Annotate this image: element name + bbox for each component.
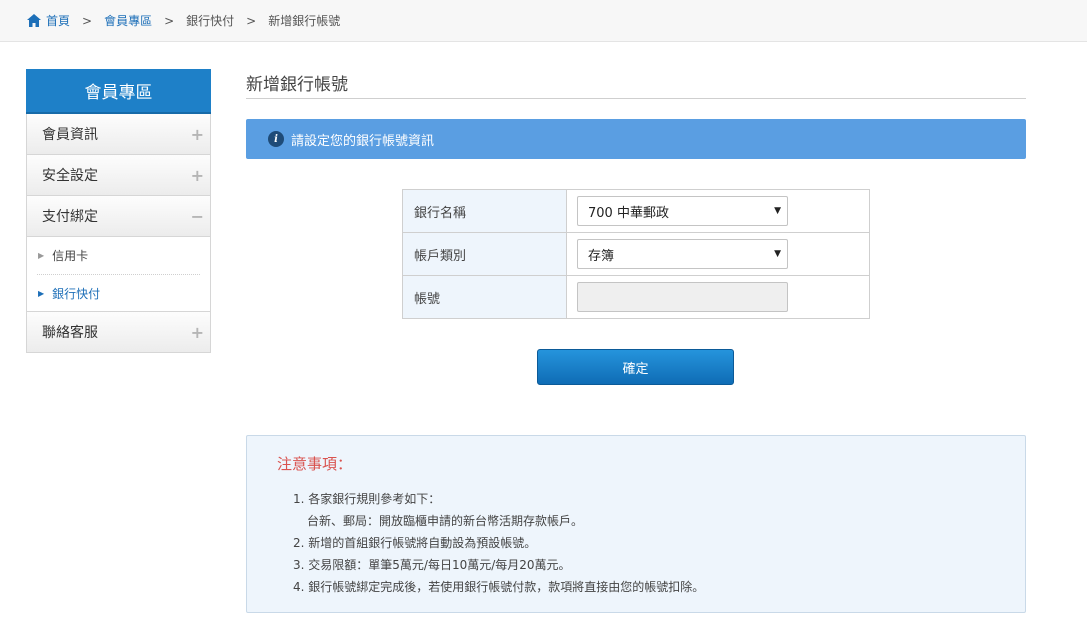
notes-item: 3. 交易限額：單筆5萬元/每日10萬元/每月20萬元。 <box>293 558 571 572</box>
sidebar-item-label: 安全設定 <box>42 168 98 184</box>
breadcrumb-separator: > <box>82 13 93 28</box>
plus-icon[interactable]: + <box>191 125 204 144</box>
page-title: 新增銀行帳號 <box>246 70 1026 99</box>
home-icon[interactable] <box>27 14 41 27</box>
form-row-account: 帳號 <box>402 275 870 319</box>
sidebar-subitem-bank-pay[interactable]: ▶ 銀行快付 <box>37 274 200 311</box>
account-number-label: 帳號 <box>402 275 567 319</box>
sidebar-subitem-label: 信用卡 <box>52 249 89 263</box>
breadcrumb-bank[interactable]: 銀行快付 <box>186 12 234 29</box>
sidebar: 會員專區 會員資訊 + 安全設定 + 支付綁定 − ▶ 信用卡 ▶ 銀行快付 聯… <box>26 69 211 353</box>
notes-box: 注意事項： 1. 各家銀行規則參考如下： 台新、郵局：開放臨櫃申請的新台幣活期存… <box>246 435 1026 613</box>
arrow-right-icon: ▶ <box>38 251 45 260</box>
sidebar-item-label: 聯絡客服 <box>42 325 98 341</box>
sidebar-item-customer-service[interactable]: 聯絡客服 + <box>26 312 211 353</box>
sidebar-item-member-info[interactable]: 會員資訊 + <box>26 114 211 155</box>
breadcrumb-home[interactable]: 首頁 <box>46 12 70 29</box>
bank-name-select[interactable]: 700 中華郵政 ▼ <box>577 196 788 226</box>
info-icon: i <box>268 131 284 147</box>
notes-list: 1. 各家銀行規則參考如下： 台新、郵局：開放臨櫃申請的新台幣活期存款帳戶。 2… <box>277 488 995 598</box>
account-type-value: 存簿 <box>588 248 615 264</box>
sidebar-submenu: ▶ 信用卡 ▶ 銀行快付 <box>26 237 211 312</box>
plus-icon[interactable]: + <box>191 323 204 342</box>
notes-item: 2. 新增的首組銀行帳號將自動設為預設帳號。 <box>293 536 537 550</box>
account-type-select[interactable]: 存簿 ▼ <box>577 239 788 269</box>
bank-name-label: 銀行名稱 <box>402 189 567 233</box>
breadcrumb-separator: > <box>164 13 175 28</box>
info-banner: i 請設定您的銀行帳號資訊 <box>246 119 1026 159</box>
form-row-type: 帳戶類別 存簿 ▼ <box>402 232 870 276</box>
form-row-bank: 銀行名稱 700 中華郵政 ▼ <box>402 189 870 233</box>
sidebar-subitem-credit-card[interactable]: ▶ 信用卡 <box>37 237 200 274</box>
sidebar-subitem-label: 銀行快付 <box>52 286 101 301</box>
account-type-label: 帳戶類別 <box>402 232 567 276</box>
sidebar-item-security[interactable]: 安全設定 + <box>26 155 211 196</box>
minus-icon[interactable]: − <box>191 207 204 226</box>
caret-down-icon: ▼ <box>774 206 781 216</box>
breadcrumb: 首頁 > 會員專區 > 銀行快付 > 新增銀行帳號 <box>0 0 1087 42</box>
notes-item: 台新、郵局：開放臨櫃申請的新台幣活期存款帳戶。 <box>307 514 584 528</box>
plus-icon[interactable]: + <box>191 166 204 185</box>
sidebar-title: 會員專區 <box>26 69 211 114</box>
bank-name-value: 700 中華郵政 <box>588 205 669 221</box>
sidebar-item-label: 支付綁定 <box>42 209 98 225</box>
sidebar-item-label: 會員資訊 <box>42 127 98 143</box>
sidebar-item-payment-binding[interactable]: 支付綁定 − <box>26 196 211 237</box>
account-number-input[interactable] <box>577 282 788 312</box>
notes-title: 注意事項： <box>277 455 353 473</box>
breadcrumb-separator: > <box>246 13 257 28</box>
breadcrumb-member[interactable]: 會員專區 <box>104 12 152 29</box>
bank-account-form: 銀行名稱 700 中華郵政 ▼ 帳戶類別 存簿 ▼ 帳號 <box>402 189 870 319</box>
notes-item: 1. 各家銀行規則參考如下： <box>293 492 441 506</box>
breadcrumb-current: 新增銀行帳號 <box>268 14 341 28</box>
caret-down-icon: ▼ <box>774 249 781 259</box>
arrow-right-icon: ▶ <box>38 288 45 298</box>
confirm-button[interactable]: 確定 <box>537 349 734 385</box>
notes-item: 4. 銀行帳號綁定完成後，若使用銀行帳號付款，款項將直接由您的帳號扣除。 <box>293 580 705 594</box>
info-banner-text: 請設定您的銀行帳號資訊 <box>291 133 435 149</box>
